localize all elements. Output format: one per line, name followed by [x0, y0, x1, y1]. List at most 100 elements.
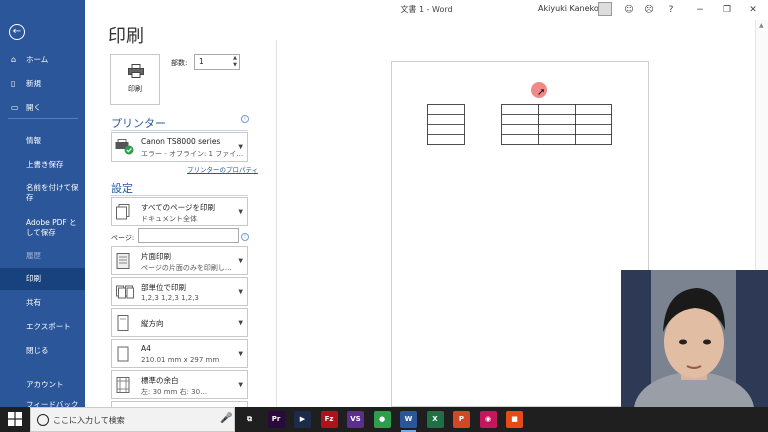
nav-account[interactable]: アカウント [0, 380, 85, 390]
nav-info[interactable]: 情報 [0, 136, 85, 146]
printer-dropdown[interactable]: Canon TS8000 series エラー - オフライン: 1 ファイ… … [111, 132, 248, 162]
excel-icon[interactable]: X [426, 411, 444, 428]
large-table [501, 104, 612, 145]
smile-feedback-icon[interactable]: ☺ [622, 3, 636, 17]
nav-save-label: 上書き保存 [26, 160, 64, 169]
copies-stepper[interactable]: 1 ▲ ▼ [194, 54, 240, 70]
pages-input[interactable] [138, 228, 239, 243]
chevron-down-icon: ▼ [238, 350, 243, 357]
nav-home[interactable]: ⌂ ホーム [0, 55, 85, 65]
portrait-icon [117, 314, 129, 331]
printer-properties-link[interactable]: プリンターのプロパティ [187, 164, 258, 174]
sides-desc: ページの片面のみを印刷し… [141, 264, 232, 272]
powerpoint-icon[interactable]: P [453, 411, 470, 428]
nav-export-label: エクスポート [26, 322, 71, 331]
nav-share-label: 共有 [26, 298, 41, 307]
visual-studio-icon[interactable]: VS [347, 411, 364, 428]
nav-close-label: 閉じる [26, 346, 49, 355]
paper-size-label: A4 [141, 344, 151, 353]
nav-print[interactable]: 印刷 [0, 268, 85, 290]
copies-label: 部数: [171, 59, 188, 67]
print-range-desc: ドキュメント全体 [141, 215, 197, 223]
preview-page [391, 61, 649, 407]
nav-share[interactable]: 共有 [0, 298, 85, 308]
small-table [427, 104, 465, 145]
paper-size-dropdown[interactable]: A4 210.01 mm x 297 mm ▼ [111, 339, 248, 368]
taskbar-search-input[interactable]: ここに入力して検索 🎤 [30, 407, 235, 432]
chevron-down-icon: ▼ [238, 257, 243, 264]
margins-label: 標準の余白 [141, 376, 179, 385]
nav-export[interactable]: エクスポート [0, 322, 85, 332]
collate-label: 部単位で印刷 [141, 283, 186, 292]
nav-print-label: 印刷 [26, 274, 41, 283]
taskbar: ここに入力して検索 🎤 ⧉ Pr ▶ Fz VS ● W X P ◉ ■ [0, 407, 768, 432]
word-icon[interactable]: W [400, 411, 417, 432]
settings-heading: 設定 [111, 182, 133, 195]
home-icon: ⌂ [11, 55, 17, 64]
avatar[interactable] [598, 2, 612, 16]
user-name[interactable]: Akiyuki Kaneko [538, 4, 599, 13]
nav-save-as-pdf-label: Adobe PDF として保存 [26, 218, 77, 237]
printer-name: Canon TS8000 series [141, 137, 221, 146]
info-icon[interactable]: i [241, 115, 249, 123]
recorder-icon[interactable]: ■ [506, 411, 523, 428]
close-button[interactable]: ✕ [746, 3, 760, 17]
pages-icon [116, 203, 130, 219]
presenter-image [621, 270, 768, 407]
title-bar: 文書 1 - Word Akiyuki Kaneko ☺ ☹ ? − ❐ ✕ [85, 0, 768, 20]
folder-open-icon: ▭ [11, 103, 19, 112]
info-icon[interactable]: i [241, 233, 249, 241]
nav-info-label: 情報 [26, 136, 41, 145]
chrome-icon[interactable]: ● [373, 411, 391, 428]
new-document-icon: ▯ [11, 79, 16, 88]
video-editor-icon[interactable]: ▶ [294, 411, 311, 428]
print-range-dropdown[interactable]: すべてのページを印刷 ドキュメント全体 ▼ [111, 197, 248, 226]
windows-start-icon[interactable] [8, 412, 22, 426]
help-icon[interactable]: ? [664, 3, 678, 17]
nav-save[interactable]: 上書き保存 [0, 160, 85, 170]
margins-desc: 左: 30 mm 右: 30… [141, 388, 208, 396]
camera-app-icon[interactable]: ◉ [479, 411, 497, 428]
premiere-icon[interactable]: Pr [267, 411, 285, 428]
chevron-down-icon: ▼ [238, 208, 243, 215]
nav-save-as-pdf[interactable]: Adobe PDF として保存 [0, 218, 85, 238]
settings-heading-line [111, 195, 248, 196]
paper-size-icon [117, 346, 129, 361]
nav-open-label: 開く [26, 103, 41, 112]
printer-ready-icon [115, 139, 134, 155]
one-sided-icon [116, 252, 130, 269]
chevron-down-icon: ▼ [238, 319, 243, 326]
nav-save-as[interactable]: 名前を付けて保存 [0, 183, 85, 203]
nav-save-as-label: 名前を付けて保存 [26, 183, 79, 202]
nav-open[interactable]: ▭ 開く [0, 103, 85, 113]
orientation-dropdown[interactable]: 縦方向 ▼ [111, 308, 248, 337]
microphone-icon[interactable]: 🎤 [220, 413, 232, 424]
nav-close[interactable]: 閉じる [0, 346, 85, 356]
webcam-overlay [621, 270, 768, 407]
collate-dropdown[interactable]: 部単位で印刷 1,2,3 1,2,3 1,2,3 ▼ [111, 277, 248, 306]
nav-divider [8, 118, 78, 119]
scroll-up-icon[interactable]: ▲ [759, 22, 764, 29]
printer-heading: プリンター [111, 117, 166, 130]
restore-button[interactable]: ❐ [720, 3, 734, 17]
spin-arrows-icon[interactable]: ▲ ▼ [233, 55, 237, 69]
sides-label: 片面印刷 [141, 252, 171, 261]
nav-new-label: 新規 [26, 79, 41, 88]
printer-icon [128, 64, 144, 78]
nav-history[interactable]: 履歴 [0, 251, 85, 261]
minimize-button[interactable]: − [693, 3, 707, 17]
printer-status: エラー - オフライン: 1 ファイ… [141, 150, 244, 158]
back-arrow-icon[interactable]: ← [9, 24, 25, 40]
filezilla-icon[interactable]: Fz [320, 411, 338, 428]
chevron-down-icon: ▼ [238, 381, 243, 388]
margins-icon [116, 376, 130, 393]
sides-dropdown[interactable]: 片面印刷 ページの片面のみを印刷し… ▼ [111, 246, 248, 275]
print-button[interactable]: 印刷 [110, 54, 160, 105]
nav-history-label: 履歴 [26, 251, 41, 260]
task-view-icon[interactable]: ⧉ [241, 411, 258, 428]
printer-heading-line [111, 130, 248, 131]
nav-new[interactable]: ▯ 新規 [0, 79, 85, 89]
margins-dropdown[interactable]: 標準の余白 左: 30 mm 右: 30… ▼ [111, 370, 248, 399]
frown-feedback-icon[interactable]: ☹ [642, 3, 656, 17]
paper-size-desc: 210.01 mm x 297 mm [141, 356, 220, 364]
